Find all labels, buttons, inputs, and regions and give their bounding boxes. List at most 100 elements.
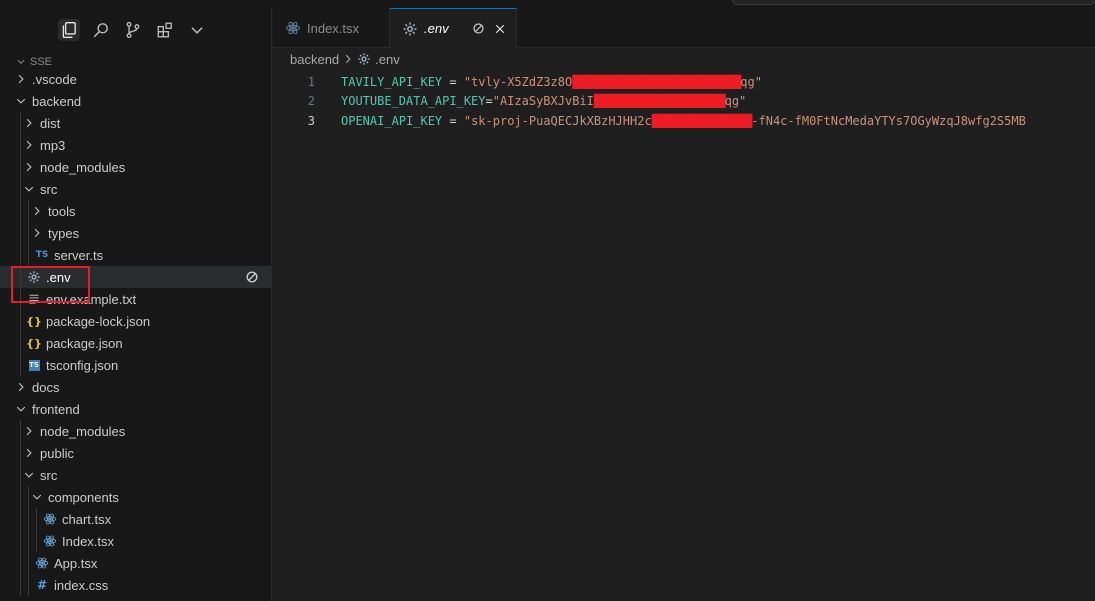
file-app-tsx[interactable]: App.tsx bbox=[0, 552, 271, 574]
folder-node-modules[interactable]: node_modules bbox=[0, 156, 271, 178]
chevron-right-icon[interactable] bbox=[14, 72, 28, 86]
assign-operator: = bbox=[442, 113, 464, 128]
file-env-example-txt[interactable]: env.example.txt bbox=[0, 288, 271, 310]
chevron-down-icon[interactable] bbox=[22, 182, 36, 196]
indent-guide bbox=[28, 530, 29, 552]
assign-operator: = bbox=[442, 74, 464, 89]
folder-frontend[interactable]: frontend bbox=[0, 398, 271, 420]
sidebar-toolbar bbox=[0, 8, 271, 52]
indent-guide bbox=[28, 508, 29, 530]
search-icon[interactable] bbox=[90, 19, 112, 41]
folder-node-modules[interactable]: node_modules bbox=[0, 420, 271, 442]
explorer-sidebar: SSE .vscode backend dist mp3 node_modules src… bbox=[0, 8, 272, 601]
folder-dist[interactable]: dist bbox=[0, 112, 271, 134]
folder-src[interactable]: src bbox=[0, 178, 271, 200]
indent-guide bbox=[20, 530, 21, 552]
indent-guide bbox=[20, 134, 21, 156]
folder-src[interactable]: src bbox=[0, 464, 271, 486]
tree-item-label: Index.tsx bbox=[62, 533, 115, 549]
chevron-down-icon[interactable] bbox=[14, 94, 28, 108]
folder-public[interactable]: public bbox=[0, 442, 271, 464]
code-text: OPENAI_API_KEY = "sk-proj-PuaQECJkXBzHJH… bbox=[341, 114, 1026, 128]
source-control-icon[interactable] bbox=[122, 19, 144, 41]
json-icon: {} bbox=[26, 314, 42, 328]
indent-guide bbox=[20, 266, 21, 288]
file-tree: .vscode backend dist mp3 node_modules src tool… bbox=[0, 68, 271, 596]
tsconfig-icon: TS bbox=[28, 359, 40, 371]
tree-item-label: node_modules bbox=[40, 159, 126, 175]
file-package-lock-json[interactable]: {} package-lock.json bbox=[0, 310, 271, 332]
file-index-tsx[interactable]: Index.tsx bbox=[0, 530, 271, 552]
close-icon[interactable] bbox=[492, 21, 508, 37]
chevron-right-icon[interactable] bbox=[14, 380, 28, 394]
tree-item-label: node_modules bbox=[40, 423, 126, 439]
indent-guide bbox=[20, 420, 21, 442]
tree-item-label: .env bbox=[46, 269, 71, 285]
line-number: 2 bbox=[307, 94, 315, 109]
indent-guide bbox=[20, 112, 21, 134]
chevron-right-icon[interactable] bbox=[30, 226, 44, 240]
ignored-icon bbox=[245, 270, 259, 284]
file-server-ts[interactable]: TS server.ts bbox=[0, 244, 271, 266]
env-key: OPENAI_API_KEY bbox=[341, 113, 443, 128]
folder-components[interactable]: components bbox=[0, 486, 271, 508]
title-bar bbox=[0, 0, 1095, 8]
indent-guide bbox=[20, 288, 21, 310]
tree-item-label: frontend bbox=[32, 401, 80, 417]
code-line[interactable]: 3 OPENAI_API_KEY = "sk-proj-PuaQECJkXBzHJ… bbox=[273, 111, 1095, 131]
folder-backend[interactable]: backend bbox=[0, 90, 271, 112]
explorer-icon[interactable] bbox=[58, 19, 80, 41]
tab-env[interactable]: .env bbox=[390, 8, 517, 48]
tree-item-label: package.json bbox=[46, 335, 123, 351]
chevron-right-icon[interactable] bbox=[22, 138, 36, 152]
breadcrumb: backend .env bbox=[273, 48, 1095, 70]
indent-guide bbox=[20, 552, 21, 574]
file-index-css[interactable]: # index.css bbox=[0, 574, 271, 596]
file-chart-tsx[interactable]: chart.tsx bbox=[0, 508, 271, 530]
code-line[interactable]: 2 YOUTUBE_DATA_API_KEY="AIzaSyBXJvBiI████… bbox=[273, 92, 1095, 112]
file-env[interactable]: .env bbox=[0, 266, 271, 288]
folder-docs[interactable]: docs bbox=[0, 376, 271, 398]
chevron-down-icon[interactable] bbox=[14, 402, 28, 416]
indent-guide bbox=[20, 244, 21, 266]
tree-item-label: public bbox=[40, 445, 74, 461]
file-package-json[interactable]: {} package.json bbox=[0, 332, 271, 354]
indent-guide bbox=[28, 200, 29, 222]
file-tsconfig-json[interactable]: TS tsconfig.json bbox=[0, 354, 271, 376]
breadcrumb-file[interactable]: .env bbox=[375, 52, 400, 67]
react-icon bbox=[42, 533, 58, 549]
chevron-down-icon[interactable] bbox=[30, 490, 44, 504]
folder-types[interactable]: types bbox=[0, 222, 271, 244]
env-key: YOUTUBE_DATA_API_KEY bbox=[341, 94, 486, 109]
extensions-icon[interactable] bbox=[154, 19, 176, 41]
indent-guide bbox=[28, 574, 29, 596]
breadcrumb-folder[interactable]: backend bbox=[290, 52, 339, 67]
indent-guide bbox=[20, 442, 21, 464]
chevron-down-icon[interactable] bbox=[22, 468, 36, 482]
chevron-right-icon[interactable] bbox=[22, 116, 36, 130]
chevron-right-icon[interactable] bbox=[30, 204, 44, 218]
chevron-right-icon bbox=[343, 52, 353, 67]
code-text: TAVILY_API_KEY = "tvly-X5ZdZ3z8O████████… bbox=[341, 75, 762, 89]
command-center-search[interactable] bbox=[732, 0, 1095, 5]
folder-tools[interactable]: tools bbox=[0, 200, 271, 222]
code-editor[interactable]: 1 TAVILY_API_KEY = "tvly-X5ZdZ3z8O███████… bbox=[273, 72, 1095, 131]
tree-item-label: tsconfig.json bbox=[46, 357, 119, 373]
indent-guide bbox=[20, 332, 21, 354]
indent-guide bbox=[20, 200, 21, 222]
folder-vscode[interactable]: .vscode bbox=[0, 68, 271, 90]
chevron-right-icon[interactable] bbox=[22, 424, 36, 438]
indent-guide bbox=[20, 574, 21, 596]
chevron-right-icon[interactable] bbox=[22, 160, 36, 174]
indent-guide bbox=[28, 244, 29, 266]
css-icon: # bbox=[36, 578, 48, 592]
code-line[interactable]: 1 TAVILY_API_KEY = "tvly-X5ZdZ3z8O███████… bbox=[273, 72, 1095, 92]
indent-guide bbox=[36, 508, 37, 530]
tree-item-label: chart.tsx bbox=[62, 511, 112, 527]
chevron-right-icon[interactable] bbox=[22, 446, 36, 460]
tab-index-tsx[interactable]: Index.tsx bbox=[273, 8, 390, 48]
folder-mp3[interactable]: mp3 bbox=[0, 134, 271, 156]
indent-guide bbox=[28, 552, 29, 574]
indent-guide bbox=[28, 486, 29, 508]
chevron-down-icon[interactable] bbox=[186, 19, 208, 41]
